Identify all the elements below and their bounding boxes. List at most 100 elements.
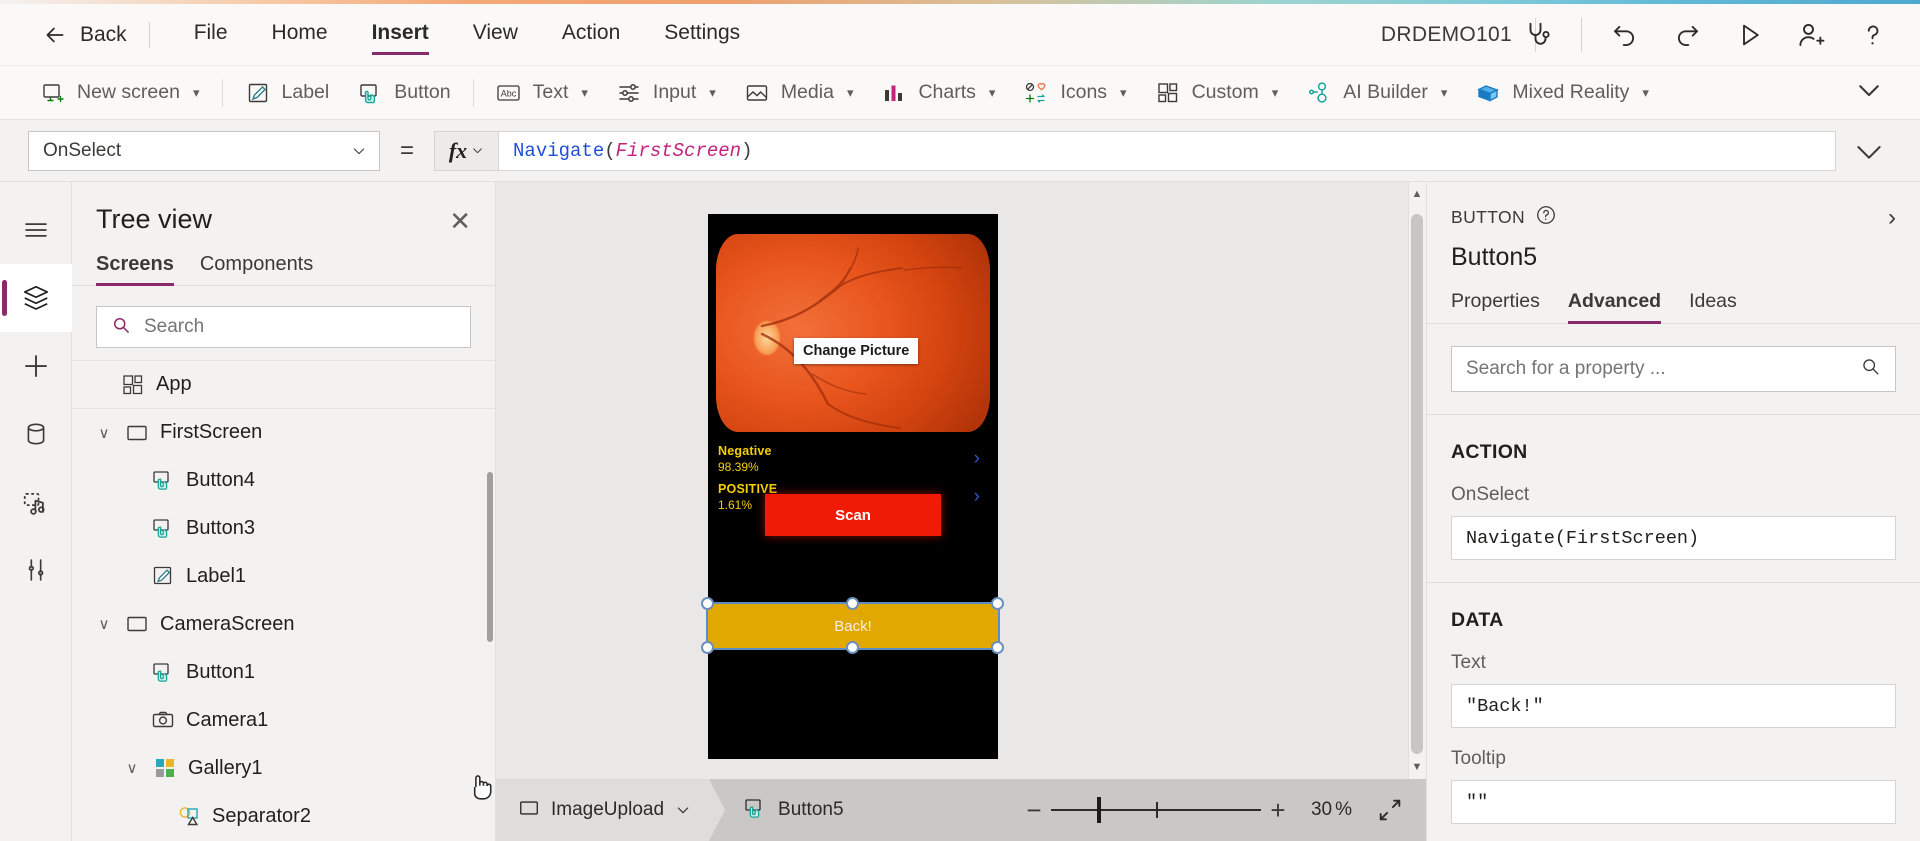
resize-handle-top-right[interactable] xyxy=(991,597,1004,610)
retina-image[interactable]: Change Picture xyxy=(716,234,990,432)
prop-value-text[interactable]: "Back!" xyxy=(1451,684,1896,728)
play-preview-icon[interactable] xyxy=(1730,16,1768,54)
tab-ideas[interactable]: Ideas xyxy=(1689,290,1737,323)
zoom-in-button[interactable]: + xyxy=(1261,795,1295,826)
menu-item-file[interactable]: File xyxy=(194,21,228,49)
tree-node-button3[interactable]: Button3 xyxy=(72,504,495,552)
tree-node-button1[interactable]: Button1 xyxy=(72,648,495,696)
ribbon-new-screen[interactable]: New screen ▾ xyxy=(26,72,214,114)
fit-to-screen-icon[interactable] xyxy=(1372,796,1408,824)
breadcrumb-screen[interactable]: ImageUpload xyxy=(496,779,710,841)
ribbon-custom-label: Custom xyxy=(1191,81,1259,103)
prop-value-onselect[interactable]: Navigate(FirstScreen) xyxy=(1451,516,1896,560)
resize-handle-top-left[interactable] xyxy=(701,597,714,610)
screen-icon xyxy=(124,611,150,637)
resize-handle-top-center[interactable] xyxy=(846,597,859,610)
prediction-negative[interactable]: Negative 98.39% › xyxy=(718,444,988,474)
help-icon[interactable] xyxy=(1535,204,1557,231)
scroll-up-icon[interactable]: ▲ xyxy=(1411,188,1423,200)
menu-item-view[interactable]: View xyxy=(473,21,518,49)
panel-expand-icon[interactable]: › xyxy=(1888,205,1896,230)
menu-item-insert[interactable]: Insert xyxy=(371,21,429,55)
change-picture-button[interactable]: Change Picture xyxy=(794,338,919,364)
breadcrumb-control[interactable]: Button5 xyxy=(725,796,844,825)
label-icon xyxy=(245,80,271,106)
insert-icon[interactable] xyxy=(0,332,72,400)
chevron-down-icon xyxy=(353,147,365,154)
app-canvas[interactable]: Change Picture Negative 98.39% › POSITIV… xyxy=(496,182,1426,779)
chevron-down-icon[interactable]: ∨ xyxy=(94,615,114,633)
tree-node-label1[interactable]: Label1 xyxy=(72,552,495,600)
chevron-down-icon[interactable]: ∨ xyxy=(94,424,114,442)
tree-node-camerascreen[interactable]: ∨ CameraScreen xyxy=(72,600,495,648)
chevron-down-icon[interactable]: ∨ xyxy=(122,759,142,777)
ribbon-media[interactable]: Media ▾ xyxy=(730,72,868,114)
fx-button[interactable]: fx xyxy=(434,130,499,171)
phone-preview[interactable]: Change Picture Negative 98.39% › POSITIV… xyxy=(701,214,1004,759)
ribbon-input[interactable]: Input ▾ xyxy=(602,72,730,114)
menu-item-action[interactable]: Action xyxy=(562,21,620,49)
ribbon-charts[interactable]: Charts ▾ xyxy=(867,72,1009,114)
menu-item-settings[interactable]: Settings xyxy=(664,21,740,49)
search-input[interactable] xyxy=(144,316,456,338)
canvas-scroll-thumb[interactable] xyxy=(1411,214,1423,754)
formula-bar-expand-button[interactable] xyxy=(1846,135,1892,167)
ribbon-button[interactable]: Button xyxy=(343,72,464,114)
tree-node-separator2[interactable]: Separator2 xyxy=(72,792,495,840)
tree-search-box[interactable] xyxy=(96,306,471,348)
tree-node-firstscreen[interactable]: ∨ FirstScreen xyxy=(72,408,495,456)
scroll-down-icon[interactable]: ▼ xyxy=(1411,761,1423,773)
back-button[interactable]: Back xyxy=(42,22,127,48)
breadcrumb-screen-label: ImageUpload xyxy=(551,799,665,820)
tree-node-camera1[interactable]: Camera1 xyxy=(72,696,495,744)
property-search-box[interactable] xyxy=(1451,346,1896,392)
tree-node-gallery1[interactable]: ∨ Gallery1 xyxy=(72,744,495,792)
redo-icon[interactable] xyxy=(1668,16,1706,54)
close-icon[interactable]: ✕ xyxy=(449,204,471,234)
hamburger-icon[interactable] xyxy=(0,196,72,264)
scan-button[interactable]: Scan xyxy=(765,494,941,536)
chevron-right-icon[interactable]: › xyxy=(974,448,980,470)
stethoscope-icon[interactable] xyxy=(1519,16,1557,54)
prop-value-tooltip[interactable]: "" xyxy=(1451,780,1896,824)
advanced-tools-icon[interactable] xyxy=(0,536,72,604)
share-add-user-icon[interactable] xyxy=(1792,16,1830,54)
property-search-input[interactable] xyxy=(1466,358,1860,380)
ribbon-label[interactable]: Label xyxy=(231,72,344,114)
resize-handle-bottom-right[interactable] xyxy=(991,641,1004,654)
tree-view-scrollbar[interactable] xyxy=(487,472,493,642)
zoom-slider[interactable] xyxy=(1050,797,1261,823)
zoom-slider-thumb[interactable] xyxy=(1097,797,1102,823)
ribbon-mixed-reality[interactable]: Mixed Reality ▾ xyxy=(1461,72,1663,114)
tree-view-icon[interactable] xyxy=(0,264,72,332)
formula-input[interactable]: Navigate(FirstScreen) xyxy=(498,130,1836,171)
ribbon-text[interactable]: Abc Text ▾ xyxy=(482,72,602,114)
button-icon xyxy=(150,659,176,685)
power-apps-studio: Back File Home Insert View Action Settin… xyxy=(0,0,1920,841)
tab-components[interactable]: Components xyxy=(200,253,313,285)
ribbon-icons[interactable]: Icons ▾ xyxy=(1009,72,1140,114)
help-icon[interactable] xyxy=(1854,16,1892,54)
tab-screens[interactable]: Screens xyxy=(96,253,174,286)
menu-item-home[interactable]: Home xyxy=(272,21,328,49)
chevron-down-icon[interactable] xyxy=(675,802,691,818)
zoom-out-button[interactable]: − xyxy=(1017,795,1051,826)
tab-advanced[interactable]: Advanced xyxy=(1567,290,1662,324)
ribbon-overflow-button[interactable] xyxy=(1854,75,1884,110)
chevron-right-icon[interactable]: › xyxy=(974,486,980,508)
tab-properties[interactable]: Properties xyxy=(1451,290,1540,323)
resize-handle-bottom-center[interactable] xyxy=(846,641,859,654)
property-selector[interactable]: OnSelect xyxy=(28,130,380,171)
undo-icon[interactable] xyxy=(1606,16,1644,54)
chevron-down-icon: ▾ xyxy=(846,84,854,100)
ribbon-label-text: Label xyxy=(281,81,330,103)
tree-node-app[interactable]: App xyxy=(72,360,495,408)
data-icon[interactable] xyxy=(0,400,72,468)
ribbon-custom[interactable]: Custom ▾ xyxy=(1141,72,1293,114)
canvas-scrollbar[interactable]: ▲ ▼ xyxy=(1408,182,1426,779)
ribbon-ai-builder[interactable]: AI Builder ▾ xyxy=(1292,72,1461,114)
resize-handle-bottom-left[interactable] xyxy=(701,641,714,654)
media-icon[interactable] xyxy=(0,468,72,536)
tree-node-button4[interactable]: Button4 xyxy=(72,456,495,504)
media-icon xyxy=(744,80,770,106)
